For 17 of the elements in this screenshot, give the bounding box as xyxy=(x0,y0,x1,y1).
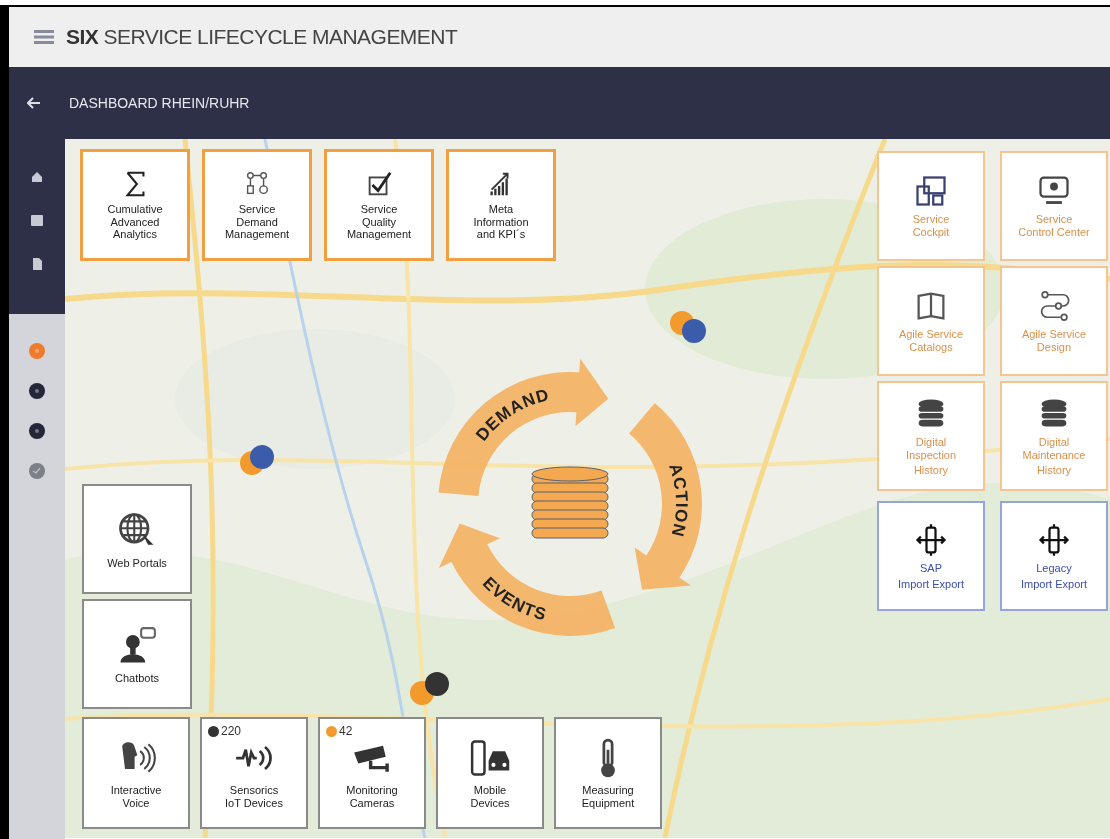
module-tile[interactable]: Chatbots xyxy=(82,599,192,709)
app-title: SIX SERVICE LIFECYCLE MANAGEMENT xyxy=(66,24,458,51)
module-tile[interactable]: SAP Import Export xyxy=(877,501,985,611)
module-tile[interactable]: Web Portals xyxy=(82,484,192,594)
module-tile[interactable]: Mobile Devices xyxy=(436,717,544,829)
module-tile[interactable]: 220 Sensorics IoT Devices xyxy=(200,717,308,829)
count-label: 220 xyxy=(221,723,242,740)
page-title: DASHBOARD RHEIN/RUHR xyxy=(69,93,250,113)
module-tile[interactable]: Interactive Voice xyxy=(82,717,190,829)
module-tile[interactable]: Legacy Import Export xyxy=(1000,501,1108,611)
count-label: 42 xyxy=(339,723,353,740)
module-tile[interactable]: 42 Monitoring Cameras xyxy=(318,717,426,829)
module-tile[interactable]: Cumulative Advanced Analytics xyxy=(80,149,190,261)
module-tile[interactable]: Service Demand Management xyxy=(202,149,312,261)
module-tile[interactable]: Service Quality Management xyxy=(324,149,434,261)
module-tile[interactable]: Measuring Equipment xyxy=(554,717,662,829)
module-tile[interactable]: Meta Information and KPI´s xyxy=(446,149,556,261)
